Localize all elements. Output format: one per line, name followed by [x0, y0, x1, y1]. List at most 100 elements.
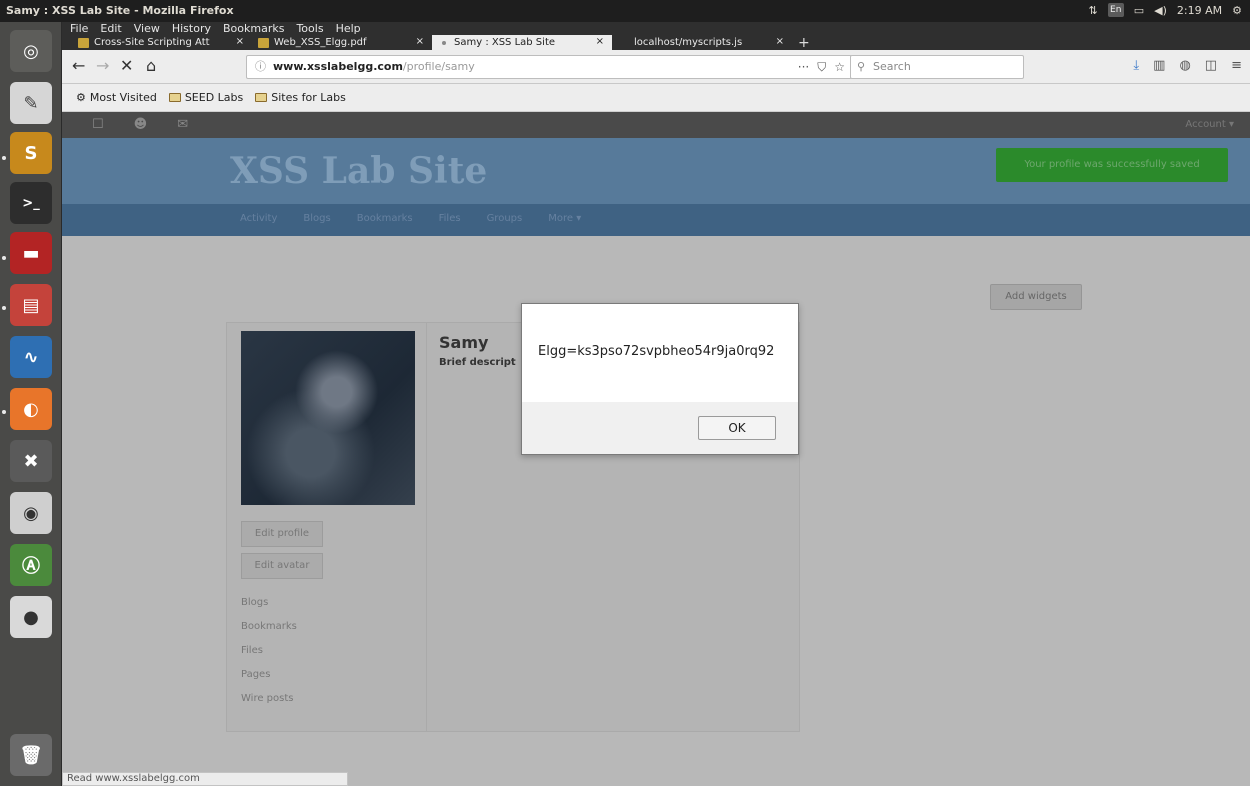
home-icon[interactable]: ⌂: [146, 56, 156, 75]
menu-tools[interactable]: Tools: [296, 22, 323, 35]
info-icon[interactable]: ⓘ: [255, 56, 266, 78]
nav-bookmarks[interactable]: Bookmarks: [357, 213, 413, 224]
stop-loading-icon[interactable]: ✕: [120, 56, 133, 75]
red-app-icon[interactable]: ▬: [10, 232, 52, 274]
search-placeholder: Search: [873, 60, 911, 73]
nav-groups[interactable]: Groups: [487, 213, 523, 224]
topbar-icons: ☐ ☻ ✉: [92, 117, 188, 132]
bookmarks-toolbar: ⚙ Most Visited SEED Labs Sites for Labs: [62, 84, 1250, 112]
search-icon: ⚲: [857, 60, 866, 73]
loading-dot-icon: [442, 41, 446, 45]
clock[interactable]: 2:19 AM: [1177, 4, 1222, 17]
library-icon[interactable]: ▥: [1153, 58, 1165, 73]
sidebar-link-wire-posts[interactable]: Wire posts: [241, 693, 293, 704]
folder-icon: [255, 93, 268, 102]
nav-blogs[interactable]: Blogs: [303, 213, 330, 224]
firefox-icon[interactable]: ◐: [10, 388, 52, 430]
elgg-logo-icon[interactable]: ☐: [92, 117, 104, 132]
sync-account-icon[interactable]: ◍: [1179, 58, 1190, 73]
friends-icon[interactable]: ☻: [134, 117, 148, 132]
close-tab-icon[interactable]: ×: [236, 36, 244, 47]
launcher-sidebar: ◎ ✎ S >_ ▬ ▤ ∿ ◐ ✖ ◉ Ⓐ ● 🗑: [0, 22, 62, 786]
bookmark-star-icon[interactable]: ☆: [834, 56, 845, 78]
bookmark-seed-labs[interactable]: SEED Labs: [168, 91, 243, 104]
messages-mail-icon[interactable]: ✉: [177, 117, 188, 132]
edit-avatar-button[interactable]: Edit avatar: [241, 553, 323, 579]
profile-name: Samy: [439, 333, 489, 352]
power-gear-icon[interactable]: ⚙: [1232, 4, 1242, 17]
site-navigation: Activity Blogs Bookmarks Files Groups Mo…: [62, 204, 1250, 236]
add-widgets-button[interactable]: Add widgets: [990, 284, 1082, 310]
menu-file[interactable]: File: [70, 22, 88, 35]
toolbar-right-icons: ⤓ ▥ ◍ ◫ ≡: [1133, 58, 1242, 73]
menu-edit[interactable]: Edit: [100, 22, 121, 35]
page-actions-icon[interactable]: ···: [798, 56, 809, 78]
alert-message: Elgg=ks3pso72svpbheo54r9ja0rq92: [538, 344, 775, 359]
nav-activity[interactable]: Activity: [240, 213, 277, 224]
back-arrow-icon[interactable]: ←: [72, 56, 85, 75]
sidebar-link-files[interactable]: Files: [241, 645, 263, 656]
search-input[interactable]: ⚲ Search: [850, 55, 1024, 79]
files-icon[interactable]: ▤: [10, 284, 52, 326]
wireshark-icon[interactable]: ∿: [10, 336, 52, 378]
account-label: Account: [1185, 119, 1226, 130]
volume-icon[interactable]: ◀): [1154, 4, 1167, 17]
battery-icon[interactable]: ▭: [1134, 4, 1144, 17]
site-title[interactable]: XSS Lab Site: [230, 150, 487, 192]
profile-sidebar: Edit profile Edit avatar Blogs Bookmarks…: [227, 323, 427, 731]
sidebar-link-pages[interactable]: Pages: [241, 669, 270, 680]
bookmark-sites-for-labs[interactable]: Sites for Labs: [255, 91, 346, 104]
terminal-icon[interactable]: >_: [10, 182, 52, 224]
trash-icon[interactable]: 🗑: [10, 734, 52, 776]
sidebar-link-bookmarks[interactable]: Bookmarks: [241, 621, 297, 632]
bookmark-most-visited[interactable]: ⚙ Most Visited: [76, 91, 157, 104]
nav-more-label: More: [548, 213, 574, 224]
text-editor-icon[interactable]: ✎: [10, 82, 52, 124]
forward-arrow-icon[interactable]: →: [96, 56, 109, 75]
tab-label: localhost/myscripts.js: [634, 37, 743, 48]
brief-description-label: Brief descript: [439, 357, 516, 368]
edit-profile-button[interactable]: Edit profile: [241, 521, 323, 547]
ok-button[interactable]: OK: [698, 416, 776, 440]
running-indicator: [2, 256, 6, 260]
account-menu[interactable]: Account ▾: [1185, 119, 1234, 130]
screenshot-camera-icon[interactable]: ◉: [10, 492, 52, 534]
url-bar[interactable]: ⓘ www.xsslabelgg.com/profile/samy ··· ⛉ …: [246, 55, 852, 79]
close-tab-icon[interactable]: ×: [416, 36, 424, 47]
sublime-text-icon[interactable]: S: [10, 132, 52, 174]
gear-icon: ⚙: [76, 91, 86, 104]
close-tab-icon[interactable]: ×: [596, 36, 604, 47]
pocket-icon[interactable]: ⛉: [817, 56, 826, 78]
optical-disc-icon[interactable]: ●: [10, 596, 52, 638]
dash-home-icon[interactable]: ◎: [10, 30, 52, 72]
menu-help[interactable]: Help: [336, 22, 361, 35]
sidebar-toggle-icon[interactable]: ◫: [1205, 58, 1217, 73]
settings-tools-icon[interactable]: ✖: [10, 440, 52, 482]
status-bar: Read www.xsslabelgg.com: [62, 772, 348, 786]
tab-cross-site-scripting[interactable]: Cross-Site Scripting Att ×: [72, 35, 252, 51]
tab-web-xss-elgg-pdf[interactable]: Web_XSS_Elgg.pdf ×: [252, 35, 432, 51]
menu-bookmarks[interactable]: Bookmarks: [223, 22, 284, 35]
elgg-topbar: ☐ ☻ ✉ Account ▾: [62, 112, 1250, 138]
bookmark-label: Most Visited: [89, 91, 157, 104]
tab-samy-xss-lab-site[interactable]: Samy : XSS Lab Site ×: [432, 35, 612, 51]
sidebar-link-blogs[interactable]: Blogs: [241, 597, 268, 608]
software-updater-icon[interactable]: Ⓐ: [10, 544, 52, 586]
network-icon[interactable]: ⇅: [1089, 4, 1098, 17]
nav-more[interactable]: More ▾: [548, 213, 581, 224]
new-tab-plus-icon[interactable]: +: [792, 35, 816, 51]
hamburger-menu-icon[interactable]: ≡: [1231, 58, 1242, 73]
url-actions: ··· ⛉ ☆: [798, 56, 845, 78]
success-message[interactable]: Your profile was successfully saved: [996, 148, 1228, 182]
navigation-toolbar: ← → ✕ ⌂ ⓘ www.xsslabelgg.com/profile/sam…: [62, 50, 1250, 84]
avatar[interactable]: [241, 331, 415, 505]
menu-view[interactable]: View: [134, 22, 160, 35]
tab-localhost-myscripts[interactable]: localhost/myscripts.js ×: [612, 35, 792, 51]
menu-history[interactable]: History: [172, 22, 211, 35]
nav-files[interactable]: Files: [439, 213, 461, 224]
download-icon[interactable]: ⤓: [1133, 58, 1139, 73]
alert-footer: OK: [522, 402, 798, 454]
url-host: www.xsslabelgg.com: [273, 60, 403, 73]
keyboard-layout-indicator[interactable]: En: [1107, 3, 1124, 17]
close-tab-icon[interactable]: ×: [776, 36, 784, 47]
